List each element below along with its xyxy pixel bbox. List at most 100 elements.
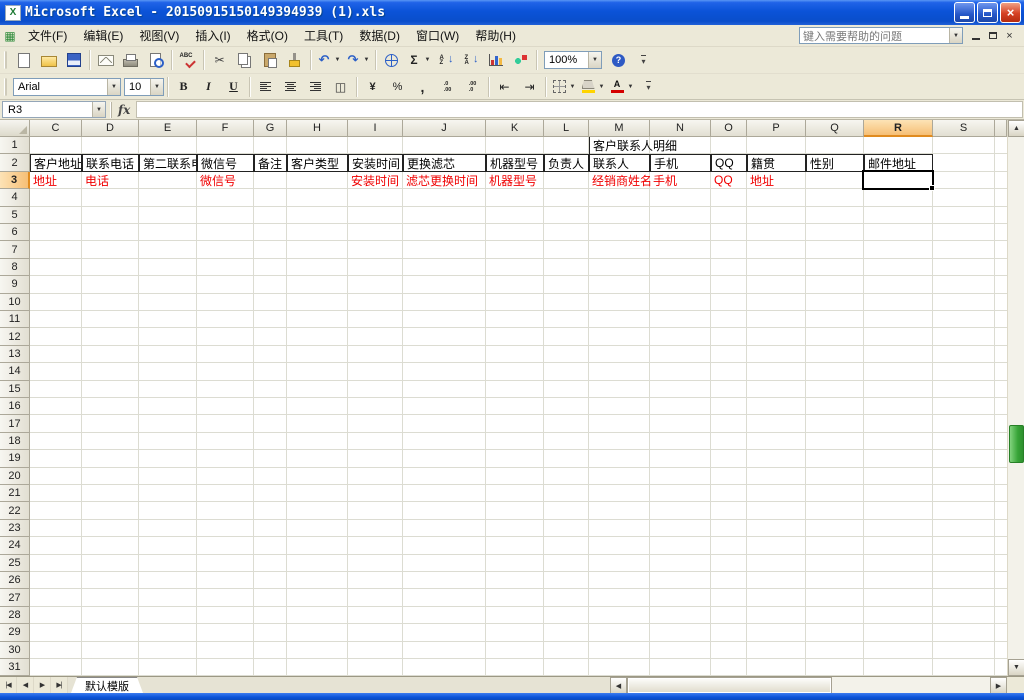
cell-J2[interactable]: 更换滤芯	[403, 154, 486, 171]
column-header-Q[interactable]: Q	[806, 120, 864, 137]
toolbar-options-button[interactable]	[637, 76, 660, 98]
menu-item-help[interactable]: 帮助(H)	[467, 24, 524, 47]
column-header-M[interactable]: M	[589, 120, 650, 137]
menu-item-window[interactable]: 窗口(W)	[408, 24, 467, 47]
select-all-corner[interactable]	[0, 120, 30, 137]
sort-ascending-button[interactable]	[434, 49, 457, 71]
spelling-button[interactable]	[176, 49, 199, 71]
horizontal-scroll-track[interactable]	[832, 677, 990, 693]
dropdown-arrow-icon[interactable]: ▼	[588, 52, 601, 68]
menu-item-format[interactable]: 格式(O)	[239, 24, 296, 47]
column-header-J[interactable]: J	[403, 120, 486, 137]
dropdown-arrow-icon[interactable]: ▼	[333, 49, 342, 71]
column-header-R[interactable]: R	[864, 120, 933, 137]
next-sheet-button[interactable]: ▶	[34, 677, 51, 693]
scroll-up-button[interactable]: ▲	[1008, 120, 1024, 137]
print-preview-button[interactable]	[144, 49, 167, 71]
menu-item-insert[interactable]: 插入(I)	[187, 24, 238, 47]
font-name-select[interactable]: Arial ▼	[13, 78, 121, 96]
cell-F3[interactable]: 微信号	[197, 172, 254, 189]
row-header-30[interactable]: 30	[0, 642, 30, 659]
column-header-K[interactable]: K	[486, 120, 544, 137]
dropdown-arrow-icon[interactable]: ▼	[92, 102, 105, 117]
cell-K3[interactable]: 机器型号	[486, 172, 544, 189]
bold-button[interactable]	[172, 76, 195, 98]
cell-I2[interactable]: 安装时间	[348, 154, 403, 171]
vertical-scroll-thumb[interactable]	[1009, 425, 1024, 463]
close-button[interactable]: ×	[1000, 2, 1021, 23]
name-box[interactable]: R3 ▼	[2, 101, 106, 118]
row-header-26[interactable]: 26	[0, 572, 30, 589]
cell-M1[interactable]: 客户联系人明细	[589, 137, 650, 154]
cell-D2[interactable]: 联系电话	[82, 154, 139, 171]
last-sheet-button[interactable]: ▶|	[51, 677, 68, 693]
row-header-13[interactable]: 13	[0, 346, 30, 363]
sort-descending-button[interactable]	[459, 49, 482, 71]
fill-color-button[interactable]: ▼	[579, 76, 606, 98]
cell-P3[interactable]: 地址	[747, 172, 806, 189]
horizontal-scrollbar[interactable]: ◀ ▶	[610, 676, 1007, 693]
increase-decimal-button[interactable]	[436, 76, 459, 98]
cell-M2[interactable]: 联系人	[589, 154, 650, 171]
column-header-S[interactable]: S	[933, 120, 995, 137]
row-header-9[interactable]: 9	[0, 276, 30, 293]
open-button[interactable]	[37, 49, 60, 71]
mail-button[interactable]	[94, 49, 117, 71]
column-header-L[interactable]: L	[544, 120, 589, 137]
row-header-21[interactable]: 21	[0, 485, 30, 502]
row-header-11[interactable]: 11	[0, 311, 30, 328]
workbook-minimize-button[interactable]	[967, 28, 984, 43]
dropdown-arrow-icon[interactable]: ▼	[597, 76, 606, 98]
workbook-restore-button[interactable]	[984, 28, 1001, 43]
dropdown-arrow-icon[interactable]: ▼	[107, 79, 120, 95]
menu-item-file[interactable]: 文件(F)	[20, 24, 75, 47]
row-header-16[interactable]: 16	[0, 398, 30, 415]
menu-item-view[interactable]: 视图(V)	[131, 24, 187, 47]
row-header-4[interactable]: 4	[0, 189, 30, 206]
previous-sheet-button[interactable]: ◀	[17, 677, 34, 693]
format-painter-button[interactable]	[283, 49, 306, 71]
sheet-tab-active[interactable]: 默认模版	[71, 677, 143, 693]
save-button[interactable]	[62, 49, 85, 71]
row-header-2[interactable]: 2	[0, 154, 30, 171]
scroll-left-button[interactable]: ◀	[610, 677, 627, 694]
column-header-E[interactable]: E	[139, 120, 197, 137]
cell-Q2[interactable]: 性别	[806, 154, 864, 171]
row-header-20[interactable]: 20	[0, 468, 30, 485]
decrease-indent-button[interactable]	[493, 76, 516, 98]
italic-button[interactable]	[197, 76, 220, 98]
workbook-close-button[interactable]: ×	[1001, 28, 1018, 43]
decrease-decimal-button[interactable]	[461, 76, 484, 98]
dropdown-arrow-icon[interactable]: ▼	[362, 49, 371, 71]
row-header-10[interactable]: 10	[0, 294, 30, 311]
row-header-22[interactable]: 22	[0, 502, 30, 519]
restore-button[interactable]	[977, 2, 998, 23]
cell-I3[interactable]: 安装时间	[348, 172, 403, 189]
row-header-12[interactable]: 12	[0, 328, 30, 345]
column-header-P[interactable]: P	[747, 120, 806, 137]
title-bar[interactable]: X Microsoft Excel - 20150915150149394939…	[0, 0, 1024, 25]
row-header-14[interactable]: 14	[0, 363, 30, 380]
row-header-19[interactable]: 19	[0, 450, 30, 467]
undo-button[interactable]: ▼	[315, 49, 342, 71]
menu-item-data[interactable]: 数据(D)	[351, 24, 408, 47]
scroll-down-button[interactable]: ▼	[1008, 659, 1024, 676]
new-workbook-button[interactable]	[12, 49, 35, 71]
first-sheet-button[interactable]: |◀	[0, 677, 17, 693]
cell-F2[interactable]: 微信号	[197, 154, 254, 171]
cell-E2[interactable]: 第二联系电	[139, 154, 197, 171]
cell-G2[interactable]: 备注	[254, 154, 287, 171]
row-header-6[interactable]: 6	[0, 224, 30, 241]
copy-button[interactable]	[233, 49, 256, 71]
cell-D3[interactable]: 电话	[82, 172, 139, 189]
cell-L2[interactable]: 负责人	[544, 154, 589, 171]
align-left-button[interactable]	[254, 76, 277, 98]
row-header-8[interactable]: 8	[0, 259, 30, 276]
row-header-29[interactable]: 29	[0, 624, 30, 641]
column-header-D[interactable]: D	[82, 120, 139, 137]
font-color-button[interactable]: ▼	[608, 76, 635, 98]
toolbar-options-button[interactable]	[632, 49, 655, 71]
help-question-input[interactable]: 键入需要帮助的问题 ▼	[799, 27, 963, 44]
help-button[interactable]	[607, 49, 630, 71]
row-header-28[interactable]: 28	[0, 607, 30, 624]
